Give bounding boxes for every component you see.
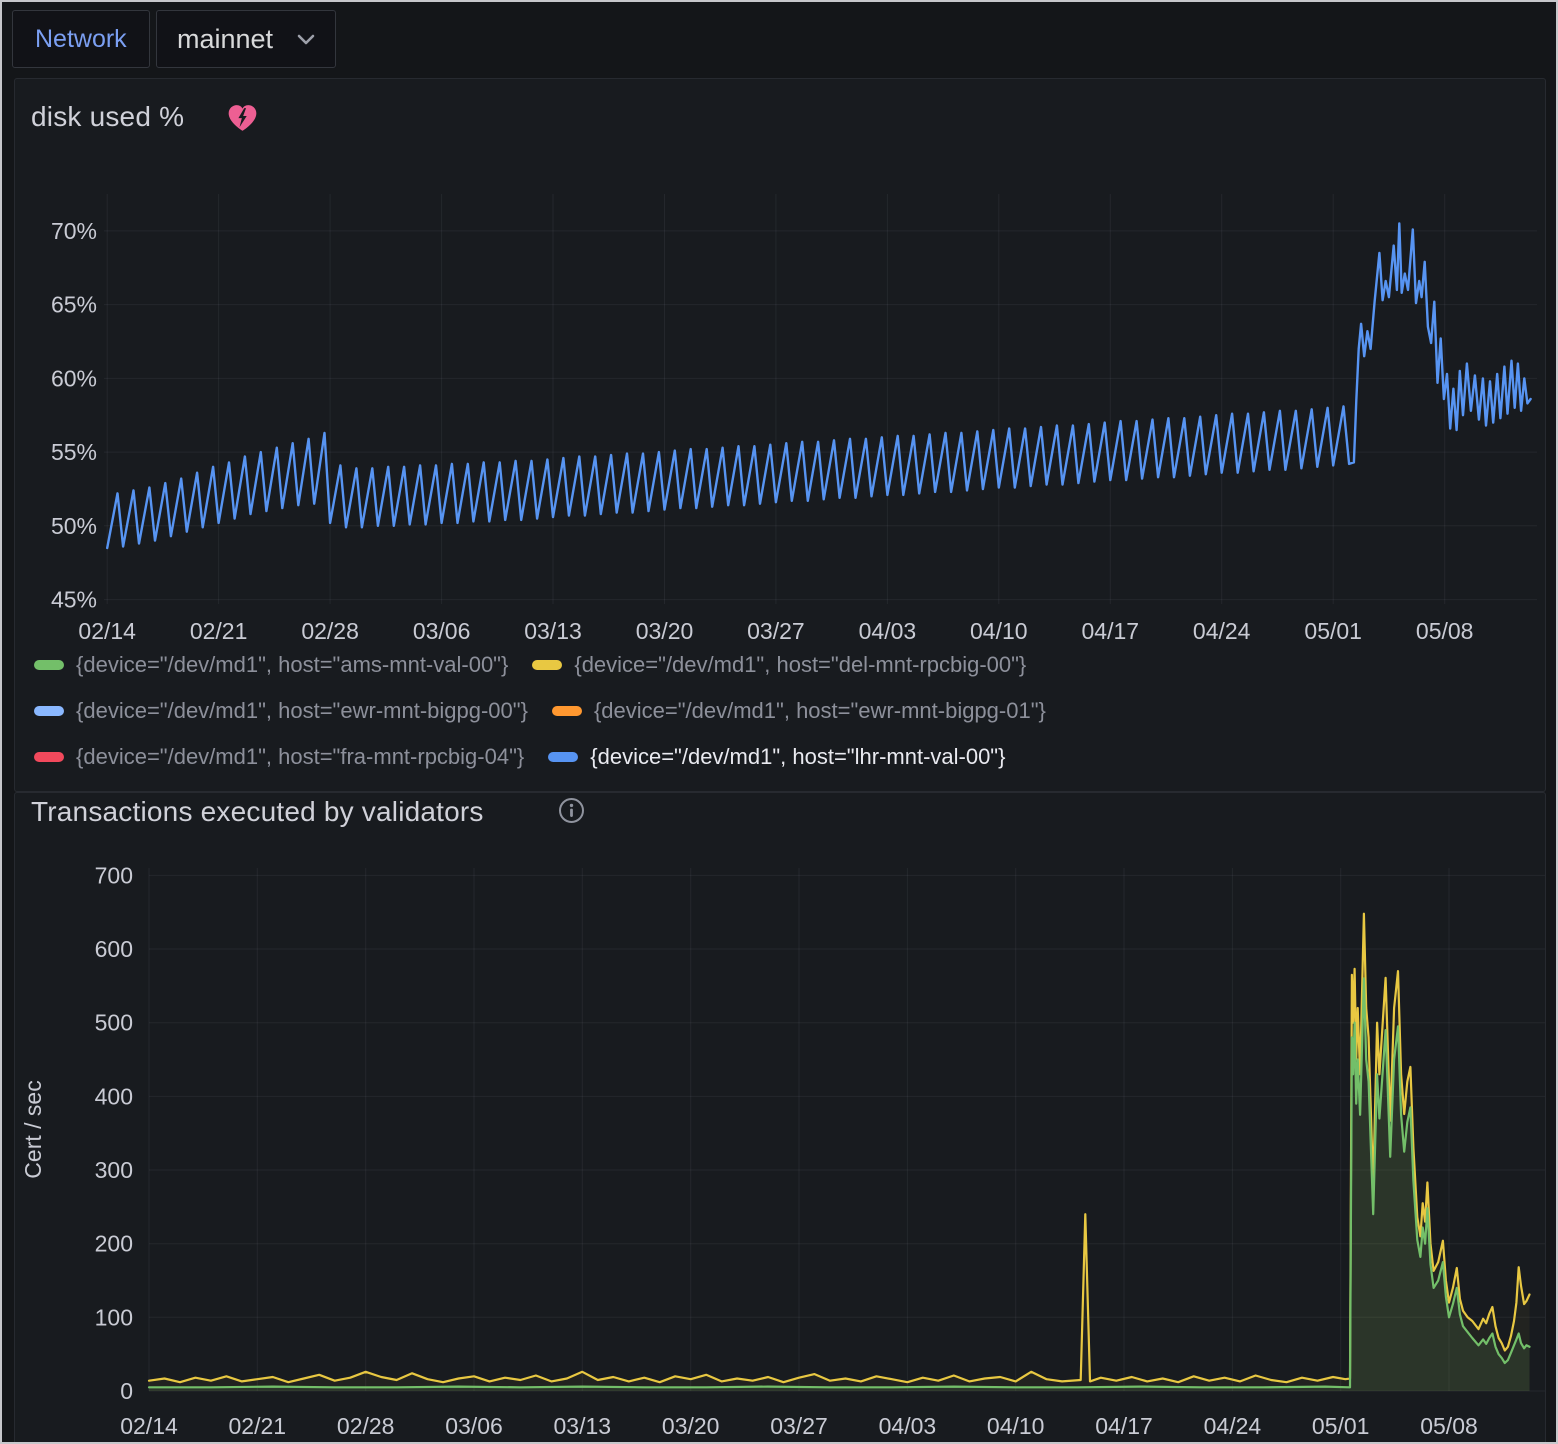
svg-text:04/10: 04/10: [970, 618, 1028, 644]
svg-text:70%: 70%: [51, 218, 97, 244]
svg-text:05/08: 05/08: [1420, 1413, 1478, 1439]
legend-series-label: {device="/dev/md1", host="lhr-mnt-val-00…: [590, 744, 1005, 770]
svg-text:700: 700: [95, 862, 133, 888]
legend-series-label: {device="/dev/md1", host="ewr-mnt-bigpg-…: [594, 698, 1046, 724]
svg-text:03/13: 03/13: [524, 618, 582, 644]
legend-series-swatch: [548, 752, 578, 762]
svg-text:100: 100: [95, 1304, 133, 1330]
svg-text:60%: 60%: [51, 365, 97, 391]
chevron-down-icon: [297, 34, 315, 45]
network-variable-dropdown[interactable]: mainnet: [156, 10, 336, 68]
legend-item[interactable]: {device="/dev/md1", host="ams-mnt-val-00…: [34, 649, 508, 681]
svg-text:04/17: 04/17: [1082, 618, 1140, 644]
svg-text:65%: 65%: [51, 292, 97, 318]
legend-series-swatch: [34, 706, 64, 716]
legend-series-swatch: [532, 660, 562, 670]
grafana-dashboard: Network mainnet disk used % 45%50%55%60%…: [0, 0, 1558, 1444]
svg-text:0: 0: [120, 1378, 133, 1404]
svg-text:02/14: 02/14: [120, 1413, 178, 1439]
svg-text:03/20: 03/20: [662, 1413, 720, 1439]
variables-toolbar: Network mainnet: [2, 2, 1556, 78]
panel-transactions: Transactions executed by validators 0100…: [14, 792, 1546, 1444]
legend-series-label: {device="/dev/md1", host="ams-mnt-val-00…: [76, 652, 508, 678]
network-variable-label[interactable]: Network: [12, 10, 150, 68]
svg-text:02/28: 02/28: [301, 618, 359, 644]
svg-text:400: 400: [95, 1083, 133, 1109]
legend-series-label: {device="/dev/md1", host="ewr-mnt-bigpg-…: [76, 698, 528, 724]
svg-text:04/24: 04/24: [1193, 618, 1251, 644]
legend-series-swatch: [34, 752, 64, 762]
svg-text:03/27: 03/27: [747, 618, 805, 644]
legend-series-swatch: [34, 660, 64, 670]
legend-item[interactable]: {device="/dev/md1", host="fra-mnt-rpcbig…: [34, 741, 524, 773]
network-variable-value: mainnet: [177, 24, 273, 55]
svg-text:04/17: 04/17: [1095, 1413, 1153, 1439]
legend-series-label: {device="/dev/md1", host="del-mnt-rpcbig…: [574, 652, 1026, 678]
svg-text:500: 500: [95, 1010, 133, 1036]
svg-text:05/01: 05/01: [1312, 1413, 1370, 1439]
svg-text:05/01: 05/01: [1304, 618, 1362, 644]
legend-series-label: {device="/dev/md1", host="fra-mnt-rpcbig…: [76, 744, 524, 770]
svg-text:45%: 45%: [51, 587, 97, 613]
disk-used-legend: {device="/dev/md1", host="ams-mnt-val-00…: [34, 649, 1531, 773]
svg-text:02/21: 02/21: [229, 1413, 287, 1439]
svg-text:02/28: 02/28: [337, 1413, 395, 1439]
svg-text:04/10: 04/10: [987, 1413, 1045, 1439]
transactions-chart[interactable]: 0 100 200 300 400 500 600 700 02/14 02/21 02/28 03/…: [15, 793, 1545, 1444]
svg-text:05/08: 05/08: [1416, 618, 1474, 644]
svg-text:04/24: 04/24: [1204, 1413, 1262, 1439]
svg-text:03/06: 03/06: [413, 618, 471, 644]
svg-text:Cert / sec: Cert / sec: [20, 1080, 46, 1178]
legend-item[interactable]: {device="/dev/md1", host="lhr-mnt-val-00…: [548, 741, 1005, 773]
svg-text:04/03: 04/03: [859, 618, 917, 644]
svg-text:02/14: 02/14: [78, 618, 136, 644]
svg-text:200: 200: [95, 1231, 133, 1257]
svg-text:03/13: 03/13: [554, 1413, 612, 1439]
svg-text:04/03: 04/03: [879, 1413, 937, 1439]
svg-text:03/27: 03/27: [770, 1413, 828, 1439]
legend-item[interactable]: {device="/dev/md1", host="del-mnt-rpcbig…: [532, 649, 1026, 681]
legend-item[interactable]: {device="/dev/md1", host="ewr-mnt-bigpg-…: [34, 695, 528, 727]
svg-text:02/21: 02/21: [190, 618, 248, 644]
svg-text:300: 300: [95, 1157, 133, 1183]
legend-item[interactable]: {device="/dev/md1", host="ewr-mnt-bigpg-…: [552, 695, 1046, 727]
svg-text:03/20: 03/20: [636, 618, 694, 644]
svg-text:600: 600: [95, 936, 133, 962]
panel-disk-used: disk used % 45%50%55%60%65%70%02/1402/21…: [14, 78, 1546, 792]
legend-series-swatch: [552, 706, 582, 716]
svg-text:50%: 50%: [51, 513, 97, 539]
svg-text:55%: 55%: [51, 439, 97, 465]
svg-text:03/06: 03/06: [445, 1413, 503, 1439]
